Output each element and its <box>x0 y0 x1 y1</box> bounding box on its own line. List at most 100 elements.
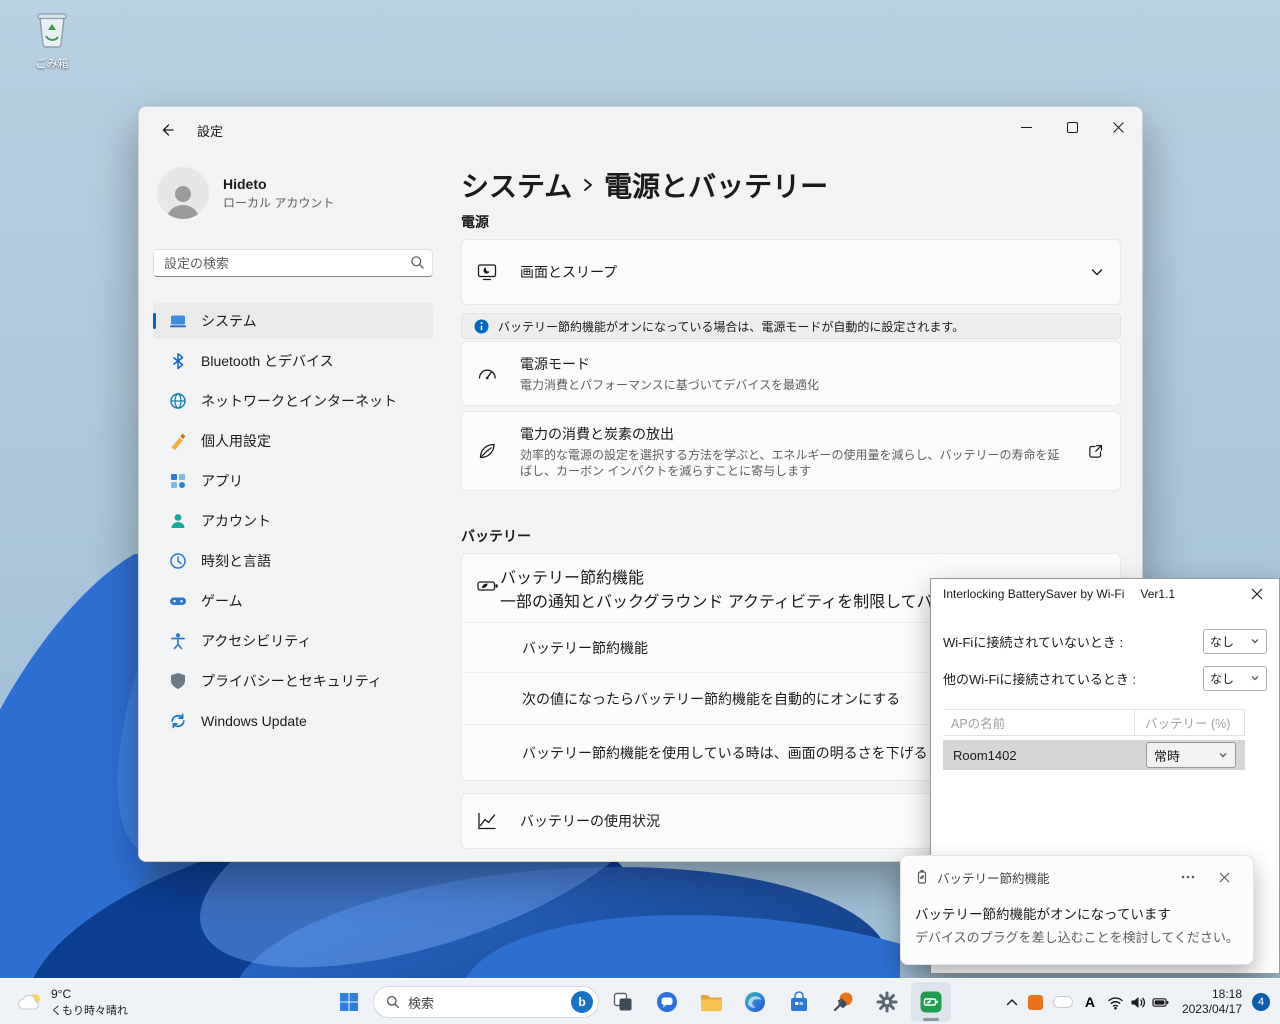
app-version: Ver1.1 <box>1140 587 1176 601</box>
page-title: 電源とバッテリー <box>604 171 829 202</box>
sidebar-item-privacy[interactable]: プライバシーとセキュリティ <box>153 663 433 699</box>
sidebar-item-accessibility[interactable]: アクセシビリティ <box>153 623 433 659</box>
toast-more-button[interactable] <box>1173 866 1203 888</box>
sidebar-item-label: ゲーム <box>201 593 243 609</box>
screen-sleep-card[interactable]: 画面とスリープ <box>461 239 1121 305</box>
quick-settings-button[interactable] <box>1102 983 1174 1021</box>
settings-taskbar-button[interactable] <box>867 982 907 1022</box>
settings-nav: システム Bluetooth とデバイス ネットワークとインターネット 個人用設… <box>153 303 433 739</box>
sidebar-item-apps[interactable]: アプリ <box>153 463 433 499</box>
task-view-button[interactable] <box>603 982 643 1022</box>
person-icon <box>167 186 199 219</box>
power-mode-card[interactable]: 電源モード 電力消費とパフォーマンスに基づいてデバイスを最適化 <box>461 341 1121 406</box>
recycle-bin-label: ごみ箱 <box>35 58 69 70</box>
sidebar-item-label: ネットワークとインターネット <box>201 393 397 409</box>
bluetooth-icon <box>173 352 184 370</box>
clock[interactable]: 18:18 2023/04/17 <box>1174 987 1250 1017</box>
notification-count-badge[interactable]: 4 <box>1252 993 1270 1011</box>
app-title: Interlocking BatterySaver by Wi-Fi <box>943 587 1125 601</box>
close-icon <box>1112 121 1124 133</box>
row-mode-value: 常時 <box>1154 748 1181 764</box>
wifi-icon <box>1108 996 1123 1009</box>
external-link-icon <box>1089 444 1102 458</box>
clock-date: 2023/04/17 <box>1181 1002 1242 1016</box>
ime-indicator[interactable]: A <box>1078 983 1102 1021</box>
weather-widget[interactable]: 9°C くもり時々晴れ <box>8 979 136 1024</box>
globe-icon <box>170 393 186 409</box>
taskbar: 9°C くもり時々晴れ 検索 b A 18:18 2023/04/17 4 <box>0 978 1280 1024</box>
file-explorer-button[interactable] <box>691 982 731 1022</box>
maximize-icon <box>1066 121 1078 133</box>
sidebar-item-label: 個人用設定 <box>201 433 271 449</box>
account-summary[interactable]: Hideto ローカル アカウント <box>153 167 433 219</box>
sidebar-item-gaming[interactable]: ゲーム <box>153 583 433 619</box>
recycle-bin-icon[interactable]: ごみ箱 <box>22 6 82 71</box>
store-button[interactable] <box>779 982 819 1022</box>
clock-icon <box>170 553 186 569</box>
sidebar-item-personalization[interactable]: 個人用設定 <box>153 423 433 459</box>
app-body: Wi-Fiに接続されていないとき : なし 他のWi-Fiに接続されているとき … <box>931 628 1279 770</box>
tray-overflow-button[interactable] <box>1001 983 1023 1021</box>
notification-toast[interactable]: バッテリー節約機能 バッテリー節約機能がオンになっています デバイスのプラグを差… <box>900 855 1254 965</box>
sidebar-item-label: アクセシビリティ <box>201 633 312 649</box>
volume-icon <box>1131 996 1145 1008</box>
user-name: Hideto <box>223 175 267 192</box>
sidebar-item-bluetooth[interactable]: Bluetooth とデバイス <box>153 343 433 379</box>
close-button[interactable] <box>1095 108 1141 146</box>
ellipsis-icon <box>1181 875 1195 879</box>
accessibility-icon <box>171 633 185 650</box>
chat-button[interactable] <box>647 982 687 1022</box>
search-icon <box>386 995 400 1009</box>
app-titlebar: Interlocking BatterySaver by Wi-Fi Ver1.… <box>931 579 1279 609</box>
system-icon <box>170 315 186 328</box>
tray-app-pill[interactable] <box>1048 983 1078 1021</box>
edge-browser-button[interactable] <box>735 982 775 1022</box>
other-wifi-dropdown[interactable]: なし <box>1203 665 1267 691</box>
sidebar-item-network[interactable]: ネットワークとインターネット <box>153 383 433 419</box>
battery-percent-header[interactable]: バッテリー (%) <box>1135 710 1245 735</box>
window-controls <box>1003 108 1141 146</box>
chevron-down-icon <box>1251 676 1259 681</box>
plug-app-button[interactable] <box>823 982 863 1022</box>
gear-icon <box>876 991 898 1013</box>
app-close-button[interactable] <box>1243 582 1271 606</box>
table-row[interactable]: Room1402 常時 <box>943 740 1245 770</box>
close-icon <box>1219 872 1229 882</box>
tray-app-orange[interactable] <box>1023 983 1048 1021</box>
minimize-icon <box>1020 126 1032 128</box>
chevron-up-icon <box>1006 999 1018 1006</box>
breadcrumb-parent[interactable]: システム <box>461 165 572 205</box>
search-icon <box>411 256 424 269</box>
start-button[interactable] <box>329 982 369 1022</box>
taskbar-search-label: 検索 <box>408 995 435 1011</box>
chevron-down-icon[interactable] <box>1090 265 1104 279</box>
no-wifi-dropdown[interactable]: なし <box>1203 628 1267 654</box>
minimize-button[interactable] <box>1003 108 1049 146</box>
taskbar-search[interactable]: 検索 b <box>373 986 599 1018</box>
sidebar-item-system[interactable]: システム <box>153 303 433 339</box>
energy-recommendations-card[interactable]: 電力の消費と炭素の放出 効率的な電源の設定を選択する方法を学ぶと、エネルギーの使… <box>461 411 1121 491</box>
ap-name-header[interactable]: APの名前 <box>943 710 1135 735</box>
maximize-button[interactable] <box>1049 108 1095 146</box>
taskbar-center: 検索 b <box>329 979 951 1024</box>
sidebar-item-label: 時刻と言語 <box>201 553 271 569</box>
sidebar-item-accounts[interactable]: アカウント <box>153 503 433 539</box>
sidebar-item-label: アプリ <box>201 473 243 489</box>
toast-title: バッテリー節約機能 <box>937 871 1050 886</box>
sidebar-item-label: アカウント <box>201 513 271 529</box>
toast-close-button[interactable] <box>1209 866 1239 888</box>
sidebar-item-time-language[interactable]: 時刻と言語 <box>153 543 433 579</box>
no-wifi-setting-row: Wi-Fiに接続されていないとき : なし <box>943 628 1267 654</box>
toast-submessage: デバイスのプラグを差し込むことを検討してください。 <box>915 930 1239 945</box>
battery-saver-app-taskbar-button[interactable] <box>911 982 951 1022</box>
orange-app-icon <box>1027 994 1043 1010</box>
battery-usage-chart-icon <box>476 810 520 832</box>
pill-app-icon <box>1052 996 1073 1008</box>
back-button[interactable] <box>151 114 183 146</box>
settings-search-input[interactable] <box>153 249 433 277</box>
weather-condition: くもり時々晴れ <box>51 1004 128 1017</box>
row-mode-dropdown[interactable]: 常時 <box>1146 742 1236 768</box>
sidebar-item-windows-update[interactable]: Windows Update <box>153 703 433 739</box>
edge-icon <box>745 992 765 1012</box>
ap-table-header: APの名前 バッテリー (%) <box>943 709 1245 736</box>
